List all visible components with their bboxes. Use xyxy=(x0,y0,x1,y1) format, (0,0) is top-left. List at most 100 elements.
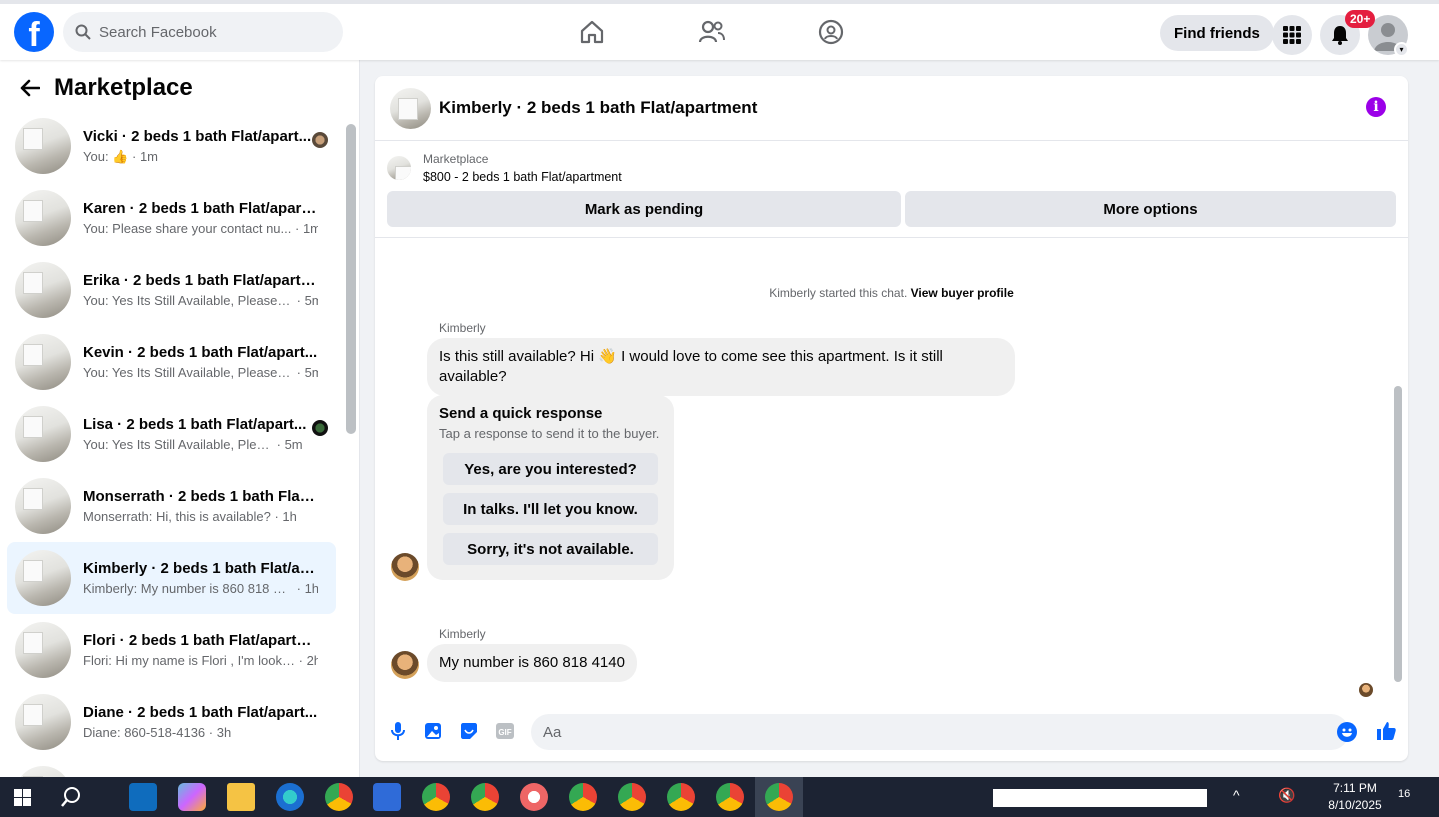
conversation-snippet: You: Yes Its Still Available, Pleas... ·… xyxy=(83,437,318,452)
taskbar-search-icon[interactable] xyxy=(60,786,82,808)
sticker-icon[interactable] xyxy=(458,720,480,742)
chat-panel: Kimberly · 2 beds 1 bath Flat/apartment … xyxy=(375,76,1408,761)
info-icon[interactable]: i xyxy=(1366,97,1386,117)
conversation-item-kimberly[interactable]: Kimberly · 2 beds 1 bath Flat/ap... Kimb… xyxy=(7,542,336,614)
chat-title[interactable]: Kimberly · 2 beds 1 bath Flat/apartment xyxy=(439,98,757,118)
conversation-item-kevin[interactable]: Kevin · 2 beds 1 bath Flat/apart... You:… xyxy=(7,326,336,398)
conversation-item-vicki[interactable]: Vicki · 2 beds 1 bath Flat/apart... You:… xyxy=(7,110,336,182)
back-arrow-icon[interactable] xyxy=(20,79,40,97)
chat-header: Kimberly · 2 beds 1 bath Flat/apartment … xyxy=(375,76,1408,141)
listing-thumbnail xyxy=(15,190,71,246)
view-buyer-profile-link[interactable]: View buyer profile xyxy=(911,286,1014,300)
emoji-icon[interactable] xyxy=(1337,722,1357,742)
divider xyxy=(375,237,1408,238)
taskbar-address-field[interactable] xyxy=(993,789,1207,807)
chrome-icon[interactable] xyxy=(569,783,597,811)
conversation-item-partial[interactable] xyxy=(7,758,336,777)
copilot-icon[interactable] xyxy=(178,783,206,811)
inbox-scrollbar[interactable] xyxy=(346,124,356,434)
conversation-title: Kimberly · 2 beds 1 bath Flat/ap... xyxy=(83,560,318,577)
listing-thumbnail xyxy=(15,478,71,534)
photo-icon[interactable] xyxy=(422,720,444,742)
buyer-avatar[interactable] xyxy=(391,651,419,679)
listing-thumbnail[interactable] xyxy=(390,87,431,129)
conversation-time: · 3h xyxy=(208,725,232,740)
notification-center-count[interactable]: 16 xyxy=(1398,788,1410,800)
conversation-snippet-text: Monserrath: Hi, this is available? xyxy=(83,509,271,524)
home-icon[interactable] xyxy=(578,18,606,46)
conversation-snippet-text: You: Yes Its Still Available, Please S..… xyxy=(83,365,293,380)
conversation-snippet-text: Diane: 860-518-4136 xyxy=(83,725,206,740)
inbox-header: Marketplace xyxy=(20,74,193,102)
more-options-button[interactable]: More options xyxy=(905,191,1396,227)
conversation-snippet-text: You: Yes Its Still Available, Please S..… xyxy=(83,293,293,308)
listing-thumbnail xyxy=(15,334,71,390)
listing-thumbnail xyxy=(15,262,71,318)
conversation-snippet-text: You: xyxy=(83,148,109,164)
outlook-icon[interactable] xyxy=(129,783,157,811)
app-icon[interactable] xyxy=(520,783,548,811)
conversation-snippet: Kimberly: My number is 860 818 41... · 1… xyxy=(83,581,318,596)
thumbs-up-send-icon[interactable] xyxy=(1375,720,1397,742)
chevron-down-icon[interactable]: ▾ xyxy=(1394,42,1409,57)
groups-icon[interactable] xyxy=(817,18,845,46)
edge-icon[interactable] xyxy=(276,783,304,811)
listing-summary[interactable]: Marketplace $800 - 2 beds 1 bath Flat/ap… xyxy=(387,152,622,184)
system-clock[interactable]: 7:11 PM 8/10/2025 xyxy=(1320,780,1390,814)
conversation-item-flori[interactable]: Flori · 2 beds 1 bath Flat/apartm... Flo… xyxy=(7,614,336,686)
volume-icon[interactable]: 🔇 xyxy=(1278,787,1295,804)
conversation-title: Vicki · 2 beds 1 bath Flat/apart... xyxy=(83,127,312,145)
store-icon[interactable] xyxy=(373,783,401,811)
conversation-item-erika[interactable]: Erika · 2 beds 1 bath Flat/apartm... You… xyxy=(7,254,336,326)
chevron-up-icon[interactable]: ^ xyxy=(1233,787,1240,803)
quick-response-in-talks-button[interactable]: In talks. I'll let you know. xyxy=(443,493,658,525)
conversation-snippet: Flori: Hi my name is Flori , I'm looki..… xyxy=(83,653,318,668)
top-bar: f Find friends 20+ ▾ xyxy=(0,0,1439,60)
notification-badge: 20+ xyxy=(1345,10,1376,28)
clock-time: 7:11 PM xyxy=(1333,781,1377,795)
conversation-item-diane[interactable]: Diane · 2 beds 1 bath Flat/apart... Dian… xyxy=(7,686,336,758)
chrome-icon[interactable] xyxy=(471,783,499,811)
conversation-snippet-text: You: Yes Its Still Available, Pleas... xyxy=(83,437,273,452)
gif-icon[interactable]: GIF xyxy=(494,720,516,742)
conversation-snippet: You: Please share your contact nu... · 1… xyxy=(83,221,318,236)
chrome-icon[interactable] xyxy=(422,783,450,811)
buyer-avatar[interactable] xyxy=(391,553,419,581)
message-bubble: Is this still available? Hi 👋 I would lo… xyxy=(427,338,1015,396)
friends-icon[interactable] xyxy=(698,18,726,46)
microphone-icon[interactable] xyxy=(387,720,409,742)
listing-thumbnail xyxy=(387,156,411,180)
search-input[interactable] xyxy=(99,23,319,41)
quick-response-not-available-button[interactable]: Sorry, it's not available. xyxy=(443,533,658,565)
conversation-time: · 5m xyxy=(296,365,318,380)
listing-thumbnail xyxy=(15,118,71,174)
find-friends-button[interactable]: Find friends xyxy=(1160,15,1274,51)
search-box[interactable] xyxy=(63,12,343,52)
quick-response-yes-button[interactable]: Yes, are you interested? xyxy=(443,453,658,485)
conversation-item-monserrath[interactable]: Monserrath · 2 beds 1 bath Flat/... Mons… xyxy=(7,470,336,542)
chrome-profile-icon[interactable] xyxy=(325,783,353,811)
conversation-time: · 5m xyxy=(296,293,318,308)
conversation-item-karen[interactable]: Karen · 2 beds 1 bath Flat/apart... You:… xyxy=(7,182,336,254)
conversation-item-lisa[interactable]: Lisa · 2 beds 1 bath Flat/apart... You: … xyxy=(7,398,336,470)
chrome-icon[interactable] xyxy=(716,783,744,811)
windows-start-icon[interactable] xyxy=(14,789,31,806)
conversation-snippet: You: 👍 · 1m xyxy=(83,149,318,165)
message-input[interactable] xyxy=(531,714,1349,750)
menu-grid-icon[interactable] xyxy=(1272,15,1312,55)
windows-taskbar: ^ 🔇 7:11 PM 8/10/2025 16 xyxy=(0,777,1439,817)
chrome-icon[interactable] xyxy=(765,783,793,811)
listing-thumbnail xyxy=(15,406,71,462)
file-explorer-icon[interactable] xyxy=(227,783,255,811)
chrome-icon[interactable] xyxy=(618,783,646,811)
seen-avatar xyxy=(312,132,328,148)
mark-as-pending-button[interactable]: Mark as pending xyxy=(387,191,901,227)
listing-thumbnail xyxy=(15,694,71,750)
conversation-title: Lisa · 2 beds 1 bath Flat/apart... xyxy=(83,416,307,433)
page-scrollbar[interactable] xyxy=(1427,60,1439,777)
facebook-logo-icon[interactable]: f xyxy=(14,12,54,52)
svg-text:GIF: GIF xyxy=(498,728,511,737)
chat-scrollbar[interactable] xyxy=(1394,386,1402,682)
chrome-icon[interactable] xyxy=(667,783,695,811)
conversation-title: Monserrath · 2 beds 1 bath Flat/... xyxy=(83,488,318,505)
